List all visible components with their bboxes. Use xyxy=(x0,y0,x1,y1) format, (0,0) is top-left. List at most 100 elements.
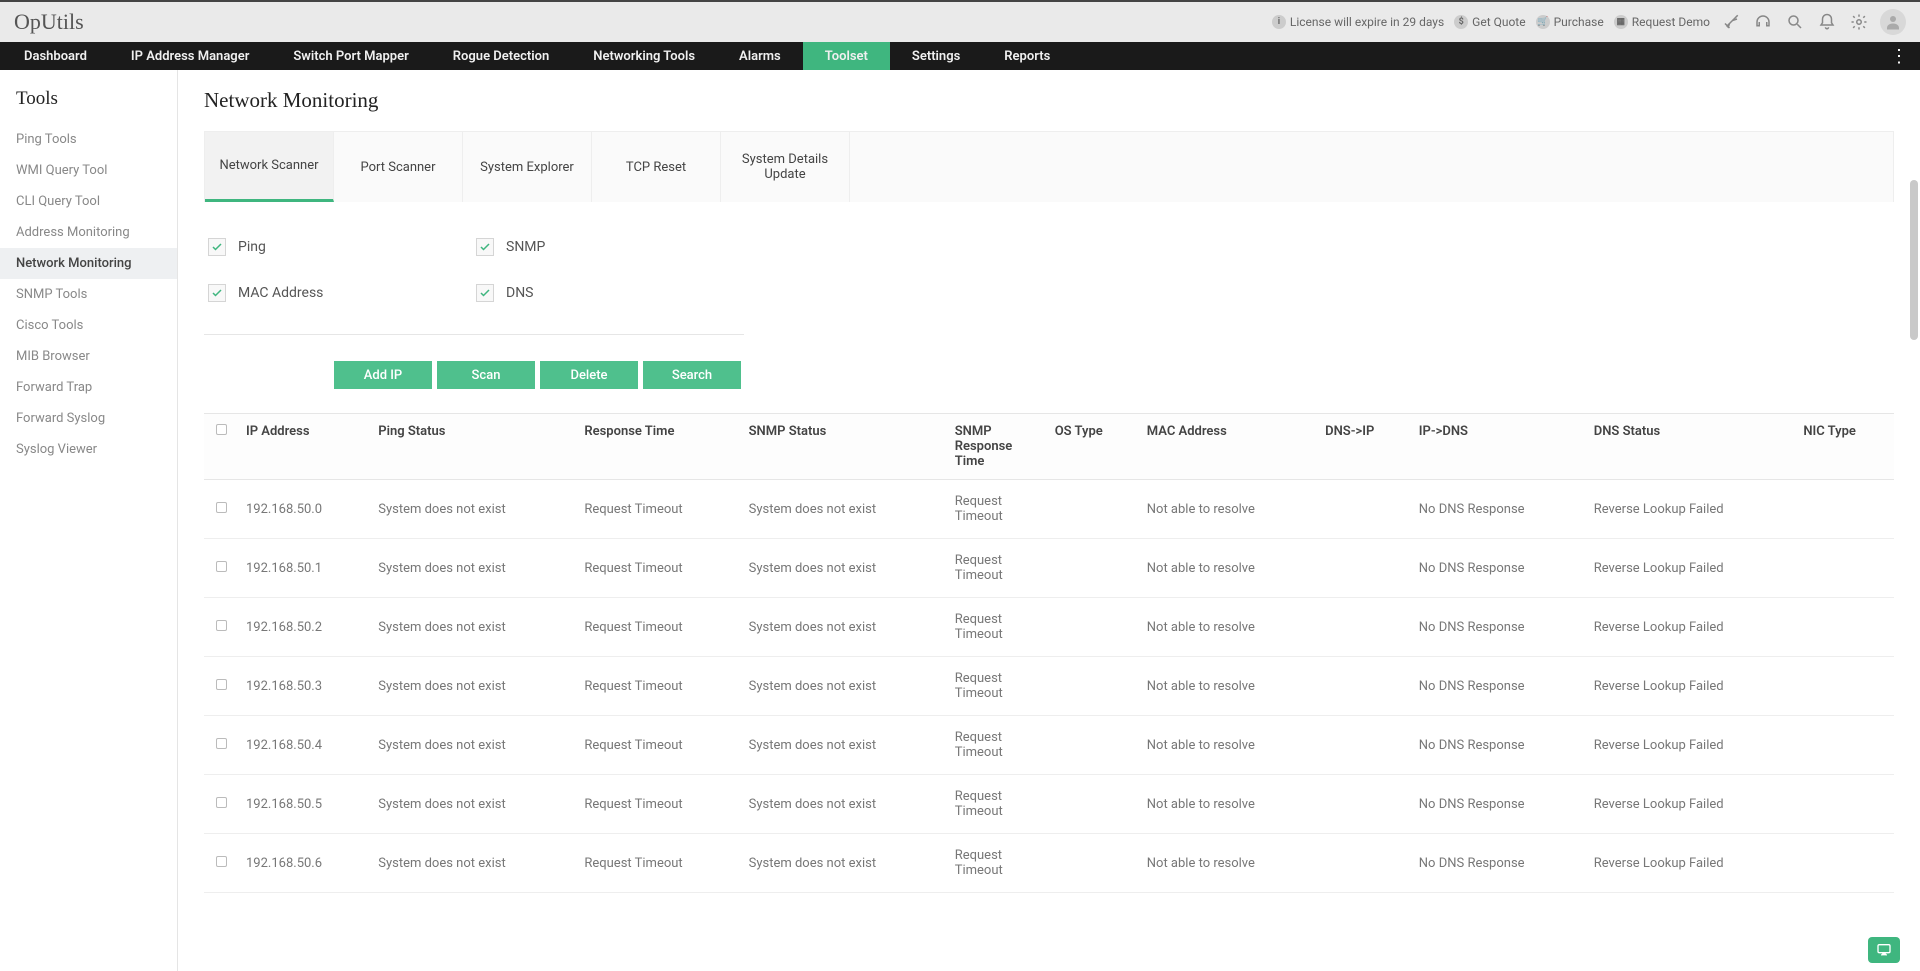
col-resp[interactable]: Response Time xyxy=(576,414,740,480)
table-row: 192.168.50.6 System does not existRequest… xyxy=(204,834,1894,893)
cell-ip: 192.168.50.6 xyxy=(238,834,370,893)
cell-snmp: System does not exist xyxy=(741,834,947,893)
gear-icon[interactable] xyxy=(1848,11,1870,33)
cell-mac: Not able to resolve xyxy=(1139,775,1317,834)
sidebar-item-cli-query-tool[interactable]: CLI Query Tool xyxy=(0,186,177,217)
content-area: Network Monitoring Network ScannerPort S… xyxy=(178,70,1920,971)
col-dns-ip[interactable]: DNS->IP xyxy=(1317,414,1411,480)
checkbox-mac[interactable] xyxy=(208,284,226,302)
col-mac[interactable]: MAC Address xyxy=(1139,414,1317,480)
label-dns: DNS xyxy=(506,285,534,301)
sidebar-item-wmi-query-tool[interactable]: WMI Query Tool xyxy=(0,155,177,186)
nav-more-icon[interactable]: ⋮ xyxy=(1878,42,1920,70)
content-scrollbar[interactable] xyxy=(1910,180,1918,340)
sidebar-item-mib-browser[interactable]: MIB Browser xyxy=(0,341,177,372)
nav-item-dashboard[interactable]: Dashboard xyxy=(2,42,109,70)
cell-ip: 192.168.50.3 xyxy=(238,657,370,716)
cell-nic xyxy=(1795,657,1894,716)
sidebar-item-ping-tools[interactable]: Ping Tools xyxy=(0,124,177,155)
bell-icon[interactable] xyxy=(1816,11,1838,33)
top-right-links: i License will expire in 29 days $ Get Q… xyxy=(1272,9,1906,35)
headset-icon[interactable] xyxy=(1752,11,1774,33)
select-all-checkbox[interactable] xyxy=(216,424,227,435)
row-checkbox[interactable] xyxy=(216,856,227,867)
col-ping[interactable]: Ping Status xyxy=(370,414,576,480)
cell-dns-ip xyxy=(1317,598,1411,657)
scan-button[interactable]: Scan xyxy=(437,361,535,389)
cell-ping: System does not exist xyxy=(370,539,576,598)
cell-resp: Request Timeout xyxy=(576,539,740,598)
chat-fab[interactable] xyxy=(1868,937,1900,963)
cell-ip-dns: No DNS Response xyxy=(1411,539,1586,598)
col-dns-status[interactable]: DNS Status xyxy=(1586,414,1796,480)
sidebar-item-forward-syslog[interactable]: Forward Syslog xyxy=(0,403,177,434)
col-nic[interactable]: NIC Type xyxy=(1795,414,1894,480)
cell-dns-status: Reverse Lookup Failed xyxy=(1586,716,1796,775)
sidebar-item-network-monitoring[interactable]: Network Monitoring xyxy=(0,248,177,279)
dollar-icon: $ xyxy=(1454,15,1468,29)
nav-item-rogue-detection[interactable]: Rogue Detection xyxy=(431,42,571,70)
results-table: IP Address Ping Status Response Time SNM… xyxy=(204,413,1894,893)
action-buttons: Add IP Scan Delete Search xyxy=(334,361,1894,389)
nav-item-settings[interactable]: Settings xyxy=(890,42,982,70)
cell-ip-dns: No DNS Response xyxy=(1411,657,1586,716)
sidebar-item-snmp-tools[interactable]: SNMP Tools xyxy=(0,279,177,310)
delete-button[interactable]: Delete xyxy=(540,361,638,389)
search-button[interactable]: Search xyxy=(643,361,741,389)
cell-ip-dns: No DNS Response xyxy=(1411,775,1586,834)
col-snmp[interactable]: SNMP Status xyxy=(741,414,947,480)
checkbox-ping[interactable] xyxy=(208,238,226,256)
col-ip-dns[interactable]: IP->DNS xyxy=(1411,414,1586,480)
tab-system-details-update[interactable]: System Details Update xyxy=(721,132,850,202)
tab-network-scanner[interactable]: Network Scanner xyxy=(205,132,334,202)
rocket-icon[interactable] xyxy=(1720,11,1742,33)
label-mac: MAC Address xyxy=(238,285,323,301)
sidebar-item-cisco-tools[interactable]: Cisco Tools xyxy=(0,310,177,341)
row-checkbox[interactable] xyxy=(216,738,227,749)
nav-item-ip-address-manager[interactable]: IP Address Manager xyxy=(109,42,271,70)
get-quote-link[interactable]: $ Get Quote xyxy=(1454,15,1525,29)
nav-item-networking-tools[interactable]: Networking Tools xyxy=(571,42,717,70)
add-ip-button[interactable]: Add IP xyxy=(334,361,432,389)
tab-system-explorer[interactable]: System Explorer xyxy=(463,132,592,202)
tab-tcp-reset[interactable]: TCP Reset xyxy=(592,132,721,202)
search-icon[interactable] xyxy=(1784,11,1806,33)
license-expiry-link[interactable]: i License will expire in 29 days xyxy=(1272,15,1444,29)
cell-resp: Request Timeout xyxy=(576,775,740,834)
cell-dns-status: Reverse Lookup Failed xyxy=(1586,775,1796,834)
cell-ip-dns: No DNS Response xyxy=(1411,480,1586,539)
checkbox-dns[interactable] xyxy=(476,284,494,302)
cell-resp: Request Timeout xyxy=(576,480,740,539)
cell-nic xyxy=(1795,775,1894,834)
row-checkbox[interactable] xyxy=(216,620,227,631)
cell-resp: Request Timeout xyxy=(576,834,740,893)
cell-dns-ip xyxy=(1317,775,1411,834)
col-os[interactable]: OS Type xyxy=(1047,414,1139,480)
nav-item-toolset[interactable]: Toolset xyxy=(803,42,890,70)
nav-item-switch-port-mapper[interactable]: Switch Port Mapper xyxy=(271,42,430,70)
row-checkbox[interactable] xyxy=(216,797,227,808)
purchase-link[interactable]: 🛒 Purchase xyxy=(1536,15,1604,29)
sidebar-title: Tools xyxy=(0,84,177,124)
request-demo-link[interactable]: ▦ Request Demo xyxy=(1614,15,1710,29)
checkbox-snmp[interactable] xyxy=(476,238,494,256)
cell-ping: System does not exist xyxy=(370,716,576,775)
sidebar-item-syslog-viewer[interactable]: Syslog Viewer xyxy=(0,434,177,465)
table-row: 192.168.50.2System does not existRequest… xyxy=(204,598,1894,657)
row-checkbox[interactable] xyxy=(216,679,227,690)
col-ip[interactable]: IP Address xyxy=(238,414,370,480)
nav-item-alarms[interactable]: Alarms xyxy=(717,42,803,70)
purchase-text: Purchase xyxy=(1554,15,1604,29)
page-title: Network Monitoring xyxy=(204,88,1894,113)
user-avatar[interactable] xyxy=(1880,9,1906,35)
cell-resp: Request Timeout xyxy=(576,598,740,657)
cell-dns-status: Reverse Lookup Failed xyxy=(1586,539,1796,598)
tab-port-scanner[interactable]: Port Scanner xyxy=(334,132,463,202)
sidebar-item-forward-trap[interactable]: Forward Trap xyxy=(0,372,177,403)
row-checkbox[interactable] xyxy=(216,561,227,572)
col-snmp-resp[interactable]: SNMP Response Time xyxy=(947,414,1047,480)
row-checkbox[interactable] xyxy=(216,502,227,513)
sidebar-item-address-monitoring[interactable]: Address Monitoring xyxy=(0,217,177,248)
nav-item-reports[interactable]: Reports xyxy=(982,42,1072,70)
cell-os xyxy=(1047,716,1139,775)
